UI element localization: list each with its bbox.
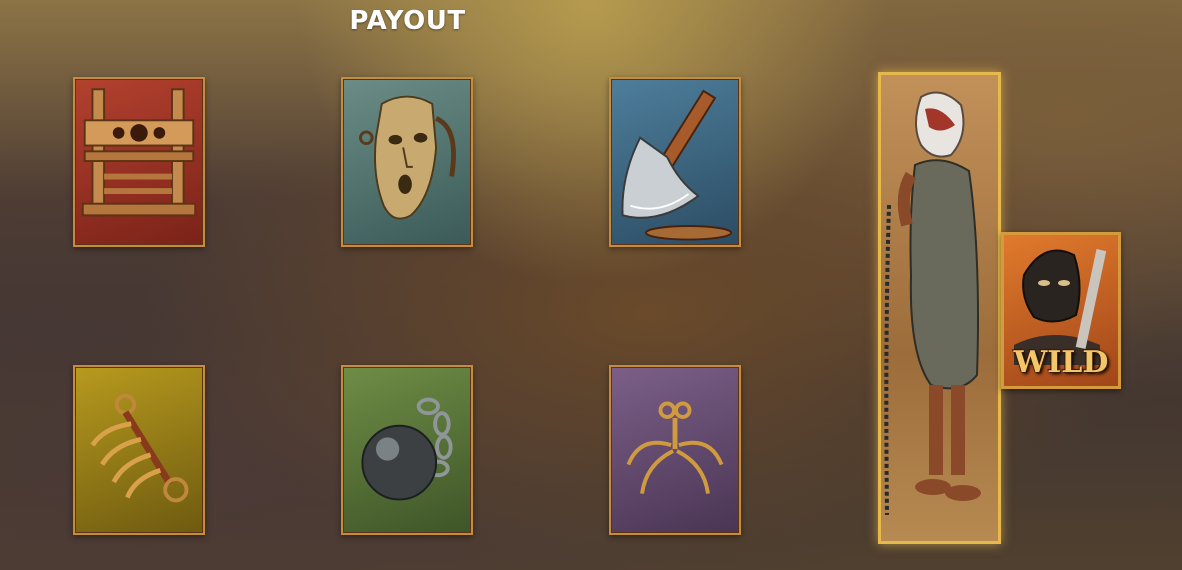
scatter-symbol[interactable]	[878, 72, 1001, 544]
pillory-icon	[81, 88, 197, 217]
symbol-tile-claws[interactable]	[73, 365, 205, 535]
ball-and-chain-icon	[361, 397, 453, 501]
wild-label: WILD	[1013, 345, 1109, 380]
hooded-prisoner-icon	[884, 91, 981, 516]
symbol-tile-mask[interactable]	[341, 77, 473, 247]
symbol-tile-ball-and-chain[interactable]	[341, 365, 473, 535]
executioner-axe-icon	[621, 89, 733, 241]
mask-of-shame-icon	[359, 95, 456, 220]
symbol-tile-axe[interactable]	[609, 77, 741, 247]
symbol-tile-pillory[interactable]	[73, 77, 205, 247]
wild-symbol[interactable]: WILD	[1001, 232, 1121, 389]
symbol-tile-spider[interactable]	[609, 365, 741, 535]
iron-claw-icon	[90, 393, 189, 503]
page-title: PAYOUT	[349, 6, 466, 36]
breast-ripper-icon	[626, 401, 724, 494]
